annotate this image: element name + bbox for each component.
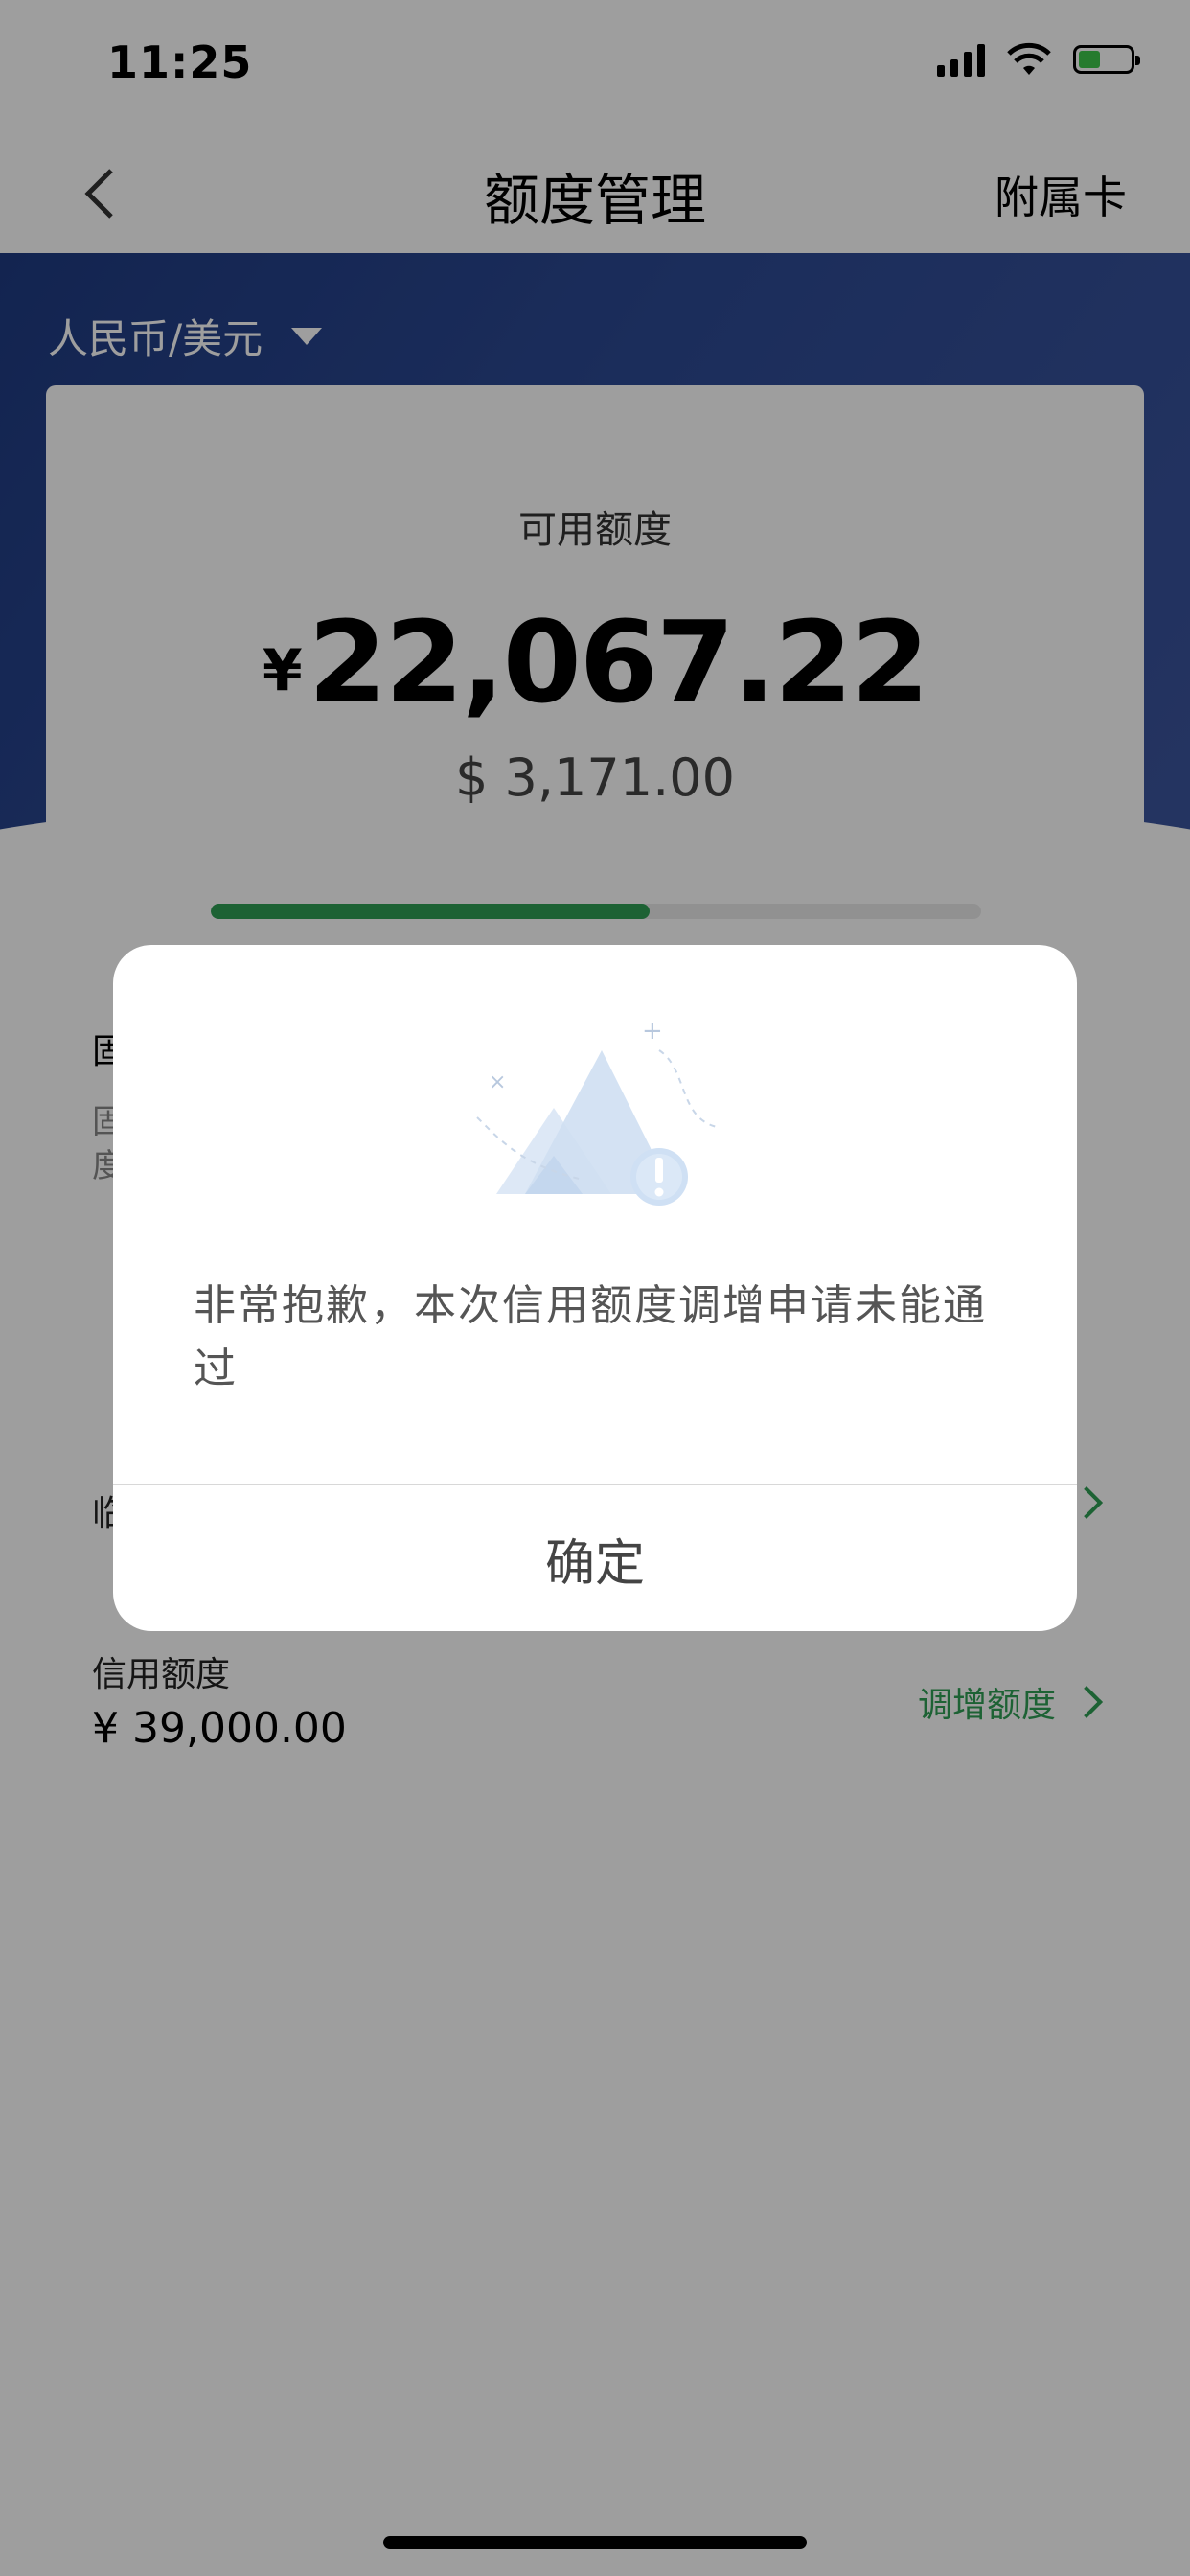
- alert-dialog: × + 非常抱歉，本次信用额度调增申请未能通过 确定: [113, 945, 1077, 1631]
- home-indicator[interactable]: [383, 2536, 807, 2549]
- confirm-button[interactable]: 确定: [113, 1485, 1077, 1631]
- dialog-message: 非常抱歉，本次信用额度调增申请未能通过: [194, 1281, 987, 1393]
- warning-mountain-illustration-icon: × +: [476, 1017, 718, 1206]
- svg-text:+: +: [642, 1017, 663, 1046]
- svg-text:×: ×: [489, 1070, 506, 1094]
